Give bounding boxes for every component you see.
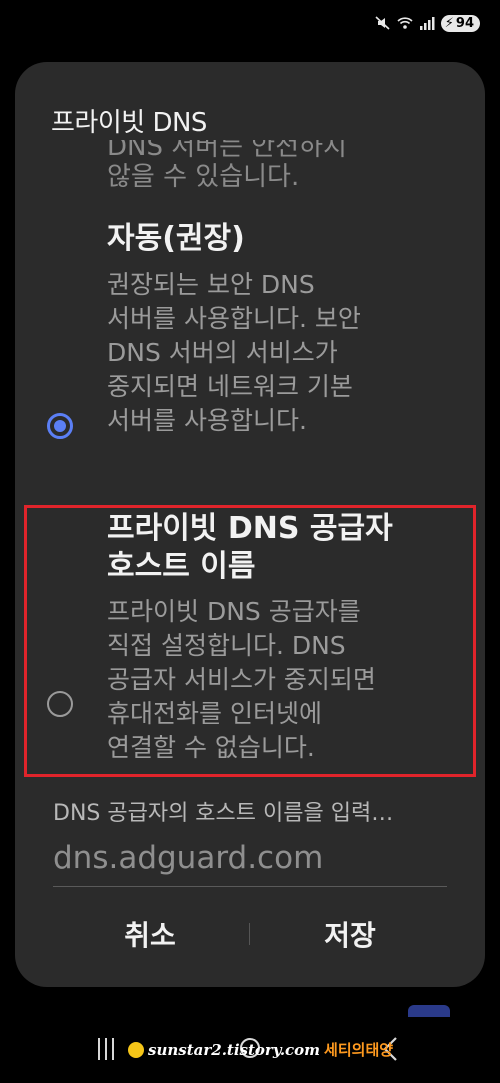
battery-bolt-icon: ⚡ xyxy=(444,15,454,31)
save-button[interactable]: 저장 xyxy=(275,912,425,956)
battery-level: 94 xyxy=(455,15,474,31)
radio-automatic-selected[interactable] xyxy=(47,413,73,439)
battery-icon: ⚡ 94 xyxy=(440,14,480,32)
option-title: 호스트 이름 xyxy=(107,549,256,584)
option-desc-line: 중지되면 네트워크 기본 xyxy=(107,372,353,401)
previous-option-desc-line: 않을 수 있습니다. xyxy=(107,162,300,192)
watermark: sunstar2.tistory.com 세티의태양 xyxy=(128,1039,393,1060)
option-desc-line: 권장되는 보안 DNS xyxy=(107,270,315,299)
option-automatic[interactable]: 자동(권장) 권장되는 보안 DNS 서버를 사용합니다. 보안 DNS 서버의… xyxy=(15,220,485,520)
background-element xyxy=(408,1005,450,1017)
option-provider-hostname[interactable]: 프라이빗 DNS 공급자 호스트 이름 프라이빗 DNS 공급자를 직접 설정합… xyxy=(15,510,485,780)
watermark-url: sunstar2.tistory.com xyxy=(148,1040,321,1059)
radio-provider-hostname[interactable] xyxy=(47,691,73,717)
option-desc-line: 공급자 서비스가 중지되면 xyxy=(107,665,376,694)
smiley-icon xyxy=(128,1041,144,1058)
option-title: 자동(권장) xyxy=(107,221,245,256)
mute-icon xyxy=(375,16,390,30)
option-title: 프라이빗 DNS 공급자 xyxy=(107,511,393,546)
dialog-title: 프라이빗 DNS xyxy=(51,108,207,138)
recents-icon[interactable] xyxy=(98,1038,120,1060)
signal-icon xyxy=(419,17,435,30)
hostname-input-underline xyxy=(53,886,447,887)
option-desc-line: 서버를 사용합니다. xyxy=(107,406,307,435)
phone-screen: ⚡ 94 프라이빗 DNS DNS 서버는 안전하지 않을 수 있습니다. 자동… xyxy=(0,0,500,1083)
cancel-button[interactable]: 취소 xyxy=(75,912,225,956)
status-bar: ⚡ 94 xyxy=(375,8,480,38)
hostname-input[interactable]: dns.adguard.com xyxy=(53,840,323,876)
watermark-name: 세티의태양 xyxy=(324,1041,394,1059)
private-dns-dialog: 프라이빗 DNS DNS 서버는 안전하지 않을 수 있습니다. 자동(권장) … xyxy=(15,62,485,987)
button-divider xyxy=(249,923,250,945)
option-desc-line: DNS 서버의 서비스가 xyxy=(107,338,338,367)
navigation-bar: sunstar2.tistory.com 세티의태양 xyxy=(0,1030,500,1070)
option-desc-line: 서버를 사용합니다. 보안 xyxy=(107,304,361,333)
option-desc-line: 연결할 수 없습니다. xyxy=(107,733,315,762)
option-desc-line: 휴대전화를 인터넷에 xyxy=(107,699,322,728)
wifi-icon xyxy=(397,17,413,29)
option-desc-line: 프라이빗 DNS 공급자를 xyxy=(107,597,361,626)
options-scroll-area[interactable]: DNS 서버는 안전하지 않을 수 있습니다. 자동(권장) 권장되는 보안 D… xyxy=(15,140,485,780)
option-desc-line: 직접 설정합니다. DNS xyxy=(107,631,346,660)
hostname-input-label: DNS 공급자의 호스트 이름을 입력… xyxy=(53,801,394,826)
